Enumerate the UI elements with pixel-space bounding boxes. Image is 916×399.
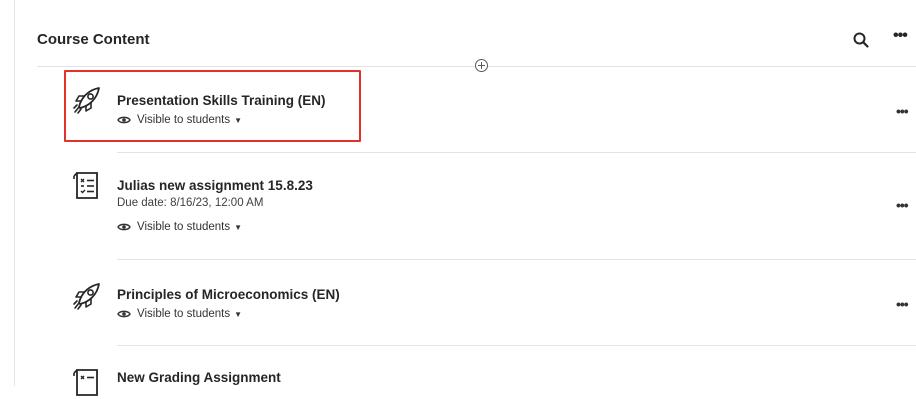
item-title[interactable]: Principles of Microeconomics (EN) xyxy=(117,287,340,302)
visibility-dropdown[interactable]: Visible to students ▼ xyxy=(117,221,242,233)
visibility-dropdown[interactable]: Visible to students ▼ xyxy=(117,308,242,320)
item-divider xyxy=(117,259,916,260)
assignment-icon xyxy=(73,172,98,199)
eye-icon xyxy=(117,310,131,318)
more-options-icon[interactable]: ••• xyxy=(893,28,908,44)
search-icon[interactable] xyxy=(852,31,870,49)
item-more-options-icon[interactable]: ••• xyxy=(896,198,909,212)
item-more-options-icon[interactable]: ••• xyxy=(896,297,909,311)
add-content-icon[interactable] xyxy=(475,59,488,72)
visibility-label: Visible to students xyxy=(137,221,231,233)
page-title: Course Content xyxy=(37,31,150,48)
caret-down-icon: ▼ xyxy=(234,309,243,319)
caret-down-icon: ▼ xyxy=(234,222,243,232)
item-more-options-icon[interactable]: ••• xyxy=(896,104,909,118)
item-title[interactable]: Julias new assignment 15.8.23 xyxy=(117,178,313,193)
assignment-icon xyxy=(73,369,98,396)
left-panel-border xyxy=(14,0,15,386)
due-date: Due date: 8/16/23, 12:00 AM xyxy=(117,197,264,209)
highlight-box xyxy=(64,70,361,142)
item-title[interactable]: New Grading Assignment xyxy=(117,370,281,385)
visibility-label: Visible to students xyxy=(137,308,231,320)
rocket-icon xyxy=(73,283,100,310)
item-divider xyxy=(117,152,916,153)
eye-icon xyxy=(117,223,131,231)
item-divider xyxy=(117,345,916,346)
